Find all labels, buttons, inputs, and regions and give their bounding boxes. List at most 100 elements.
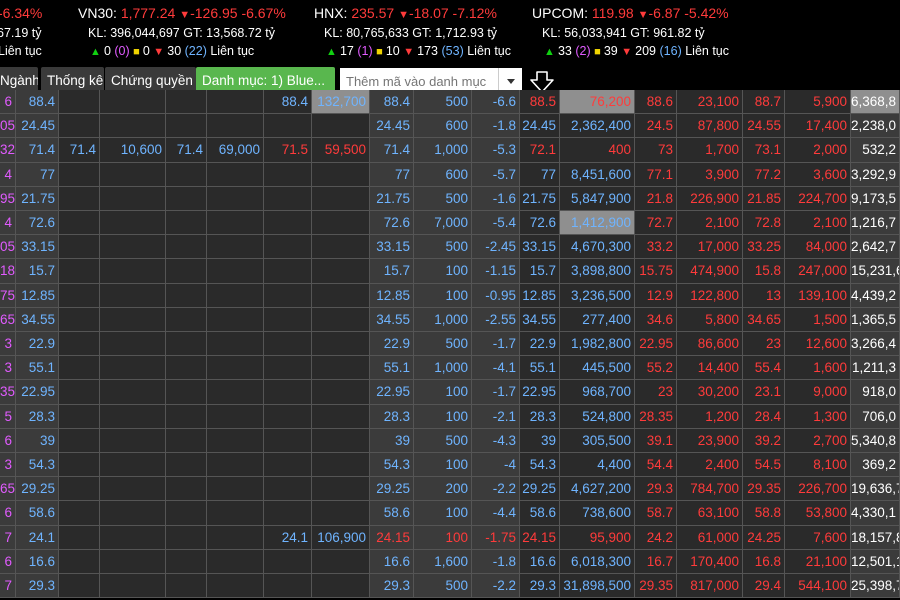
table-row[interactable]: 75 12.85 12.85 100 -0.95 12.85 3,236,500 12.9 12… <box>0 283 900 308</box>
table-cell <box>166 501 207 526</box>
table-cell: 4,627,200 <box>560 477 635 502</box>
table-cell <box>59 259 100 284</box>
table-row[interactable]: 3 55.1 55.1 1,000 -4.1 55.1 445,500 55.2 14,400 5… <box>0 356 900 381</box>
table-cell: 15.8 <box>743 259 785 284</box>
table-cell <box>207 404 264 429</box>
table-row[interactable]: 3 54.3 54.3 100 -4 54.3 4,400 54.4 2,400 54.5 8,10… <box>0 453 900 478</box>
table-cell: 3,292,9 <box>851 162 900 187</box>
table-row[interactable]: 3 22.9 22.9 500 -1.7 22.9 1,982,800 22.95 86,600… <box>0 332 900 357</box>
table-row[interactable]: 65 29.25 29.25 200 -2.2 29.25 4,627,200 29.3 784… <box>0 477 900 502</box>
table-cell: 39 <box>520 428 560 453</box>
table-cell: 33.2 <box>635 235 677 260</box>
table-row[interactable]: 6 58.6 58.6 100 -4.4 58.6 738,600 58.7 63,100 58.… <box>0 501 900 526</box>
table-cell: 6,018,300 <box>560 549 635 574</box>
table-row[interactable]: 5 28.3 28.3 100 -2.1 28.3 524,800 28.35 1,200 28.… <box>0 404 900 429</box>
table-cell: 4,670,300 <box>560 235 635 260</box>
table-cell <box>59 90 100 115</box>
table-cell <box>59 186 100 211</box>
table-cell <box>264 162 312 187</box>
declines-count: 209 <box>635 44 657 58</box>
table-cell: -5.3 <box>472 138 520 163</box>
table-cell: 88.5 <box>520 90 560 115</box>
table-cell <box>312 404 370 429</box>
table-cell: 3,236,500 <box>560 283 635 308</box>
table-cell <box>207 477 264 502</box>
table-row[interactable]: 05 24.45 24.45 600 -1.8 24.45 2,362,400 24.5 87,… <box>0 114 900 139</box>
table-cell <box>207 211 264 236</box>
table-cell: 500 <box>414 332 472 357</box>
table-cell: 7 <box>0 574 16 599</box>
table-cell: 3,266,4 <box>851 332 900 357</box>
table-row[interactable]: 7 29.3 29.3 500 -2.2 29.3 31,898,500 29.35 817,0… <box>0 574 900 599</box>
table-row[interactable]: 18 15.7 15.7 100 -1.15 15.7 3,898,800 15.75 474,… <box>0 259 900 284</box>
table-row[interactable]: 35 22.95 22.95 100 -1.7 22.95 968,700 23 30,200 2… <box>0 380 900 405</box>
table-cell: 22.9 <box>370 332 414 357</box>
session-status: Liên tục <box>685 44 729 58</box>
table-row[interactable]: 05 33.15 33.15 500 -2.45 33.15 4,670,300 33.2 17… <box>0 235 900 260</box>
table-row[interactable]: 6 39 39 500 -4.3 39 305,500 39.1 23,900 39.2 2,700… <box>0 428 900 453</box>
table-cell: 28.35 <box>635 404 677 429</box>
table-cell: 21.75 <box>16 186 59 211</box>
table-cell <box>59 283 100 308</box>
table-cell: 72.1 <box>520 138 560 163</box>
table-cell <box>59 428 100 453</box>
table-cell <box>264 380 312 405</box>
table-row[interactable]: 4 77 77 600 -5.7 77 8,451,600 77.1 3,900 77.2 3,60… <box>0 162 900 187</box>
table-cell: 532,2 <box>851 138 900 163</box>
table-row[interactable]: 32 71.4 71.4 10,600 71.4 69,000 71.5 59,500 71.4… <box>0 138 900 163</box>
table-cell: 13 <box>743 283 785 308</box>
index-gt: GT: 1,712.93 tỷ <box>412 26 498 40</box>
table-cell: 88.4 <box>264 90 312 115</box>
table-cell: 22.95 <box>635 332 677 357</box>
index-change: -6.87 <box>648 5 681 21</box>
table-row[interactable]: 7 24.1 24.1 106,900 24.15 100 -1.75 24.15 95,900… <box>0 525 900 550</box>
table-cell: 23 <box>635 380 677 405</box>
table-cell <box>312 501 370 526</box>
table-cell: 1,216,7 <box>851 211 900 236</box>
table-cell: 34.55 <box>16 307 59 332</box>
table-cell <box>100 428 166 453</box>
up-triangle-icon: ▲ <box>90 46 104 58</box>
table-cell: 918,0 <box>851 380 900 405</box>
table-cell: 6,368,8 <box>851 90 900 115</box>
table-cell <box>207 235 264 260</box>
table-row[interactable]: 6 16.6 16.6 1,600 -1.8 16.6 6,018,300 16.7 170,4… <box>0 549 900 574</box>
table-cell: 1,200 <box>677 404 743 429</box>
table-cell: 58.6 <box>16 501 59 526</box>
table-row[interactable]: 6 88.4 88.4 132,700 88.4 500 -6.6 88.5 76,200 88.… <box>0 90 900 115</box>
table-cell: 72.7 <box>635 211 677 236</box>
table-cell: 224,700 <box>785 186 851 211</box>
index-value: 1,777.24 <box>120 5 176 21</box>
table-cell: 25,398,7 <box>851 574 900 599</box>
table-cell: -5.7 <box>472 162 520 187</box>
table-cell: 29.3 <box>370 574 414 599</box>
table-cell <box>312 114 370 139</box>
table-cell: 4,400 <box>560 453 635 478</box>
advances-count: 0 <box>103 44 111 58</box>
table-cell: 58.6 <box>520 501 560 526</box>
table-cell: 16.7 <box>635 549 677 574</box>
table-cell: 21.85 <box>743 186 785 211</box>
table-cell: 77 <box>520 162 560 187</box>
table-cell: -6.6 <box>472 90 520 115</box>
table-row[interactable]: 95 21.75 21.75 500 -1.6 21.75 5,847,900 21.8 226… <box>0 186 900 211</box>
table-cell <box>100 380 166 405</box>
table-cell: 86,600 <box>677 332 743 357</box>
floor-count: (53) <box>441 44 464 58</box>
table-cell: 24.1 <box>16 525 59 550</box>
table-row[interactable]: 4 72.6 72.6 7,000 -5.4 72.6 1,412,900 72.7 2,100… <box>0 211 900 236</box>
table-cell: 2,362,400 <box>560 114 635 139</box>
table-cell: 87,800 <box>677 114 743 139</box>
table-cell <box>312 549 370 574</box>
table-cell <box>264 428 312 453</box>
table-cell <box>264 574 312 599</box>
table-row[interactable]: 65 34.55 34.55 1,000 -2.55 34.55 277,400 34.6 5,… <box>0 307 900 332</box>
table-cell: 24.25 <box>743 525 785 550</box>
index-breadth: Liên tục <box>0 44 42 58</box>
table-cell: 58.8 <box>743 501 785 526</box>
table-cell <box>59 380 100 405</box>
table-cell <box>100 114 166 139</box>
table-cell <box>166 235 207 260</box>
table-cell: 88.4 <box>16 90 59 115</box>
table-cell: 18,157,8 <box>851 525 900 550</box>
